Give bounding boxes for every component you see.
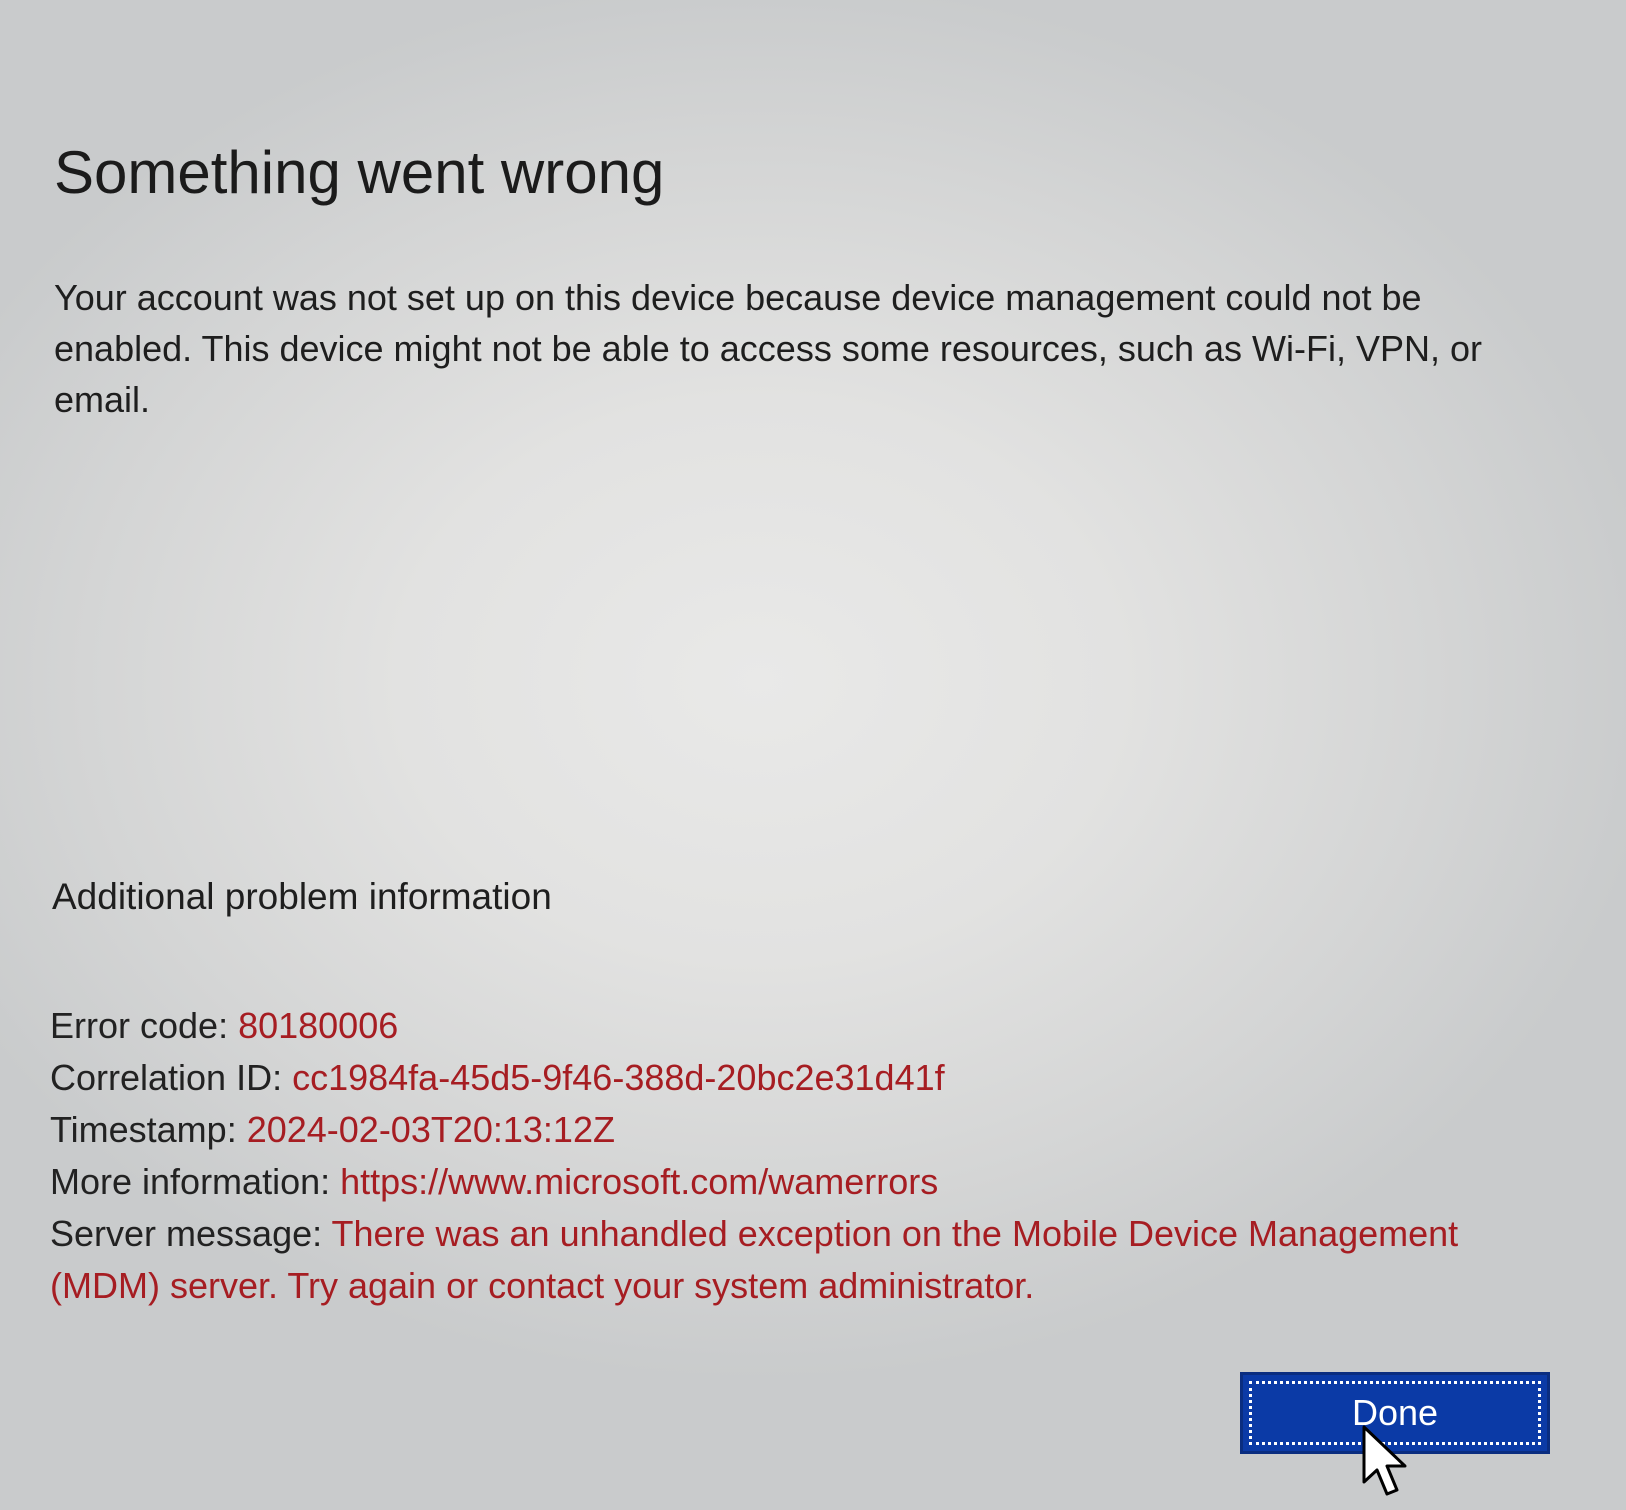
timestamp-label: Timestamp: xyxy=(50,1109,247,1150)
timestamp-row: Timestamp: 2024-02-03T20:13:12Z xyxy=(50,1104,1570,1156)
server-message-label: Server message: xyxy=(50,1213,332,1254)
error-code-value: 80180006 xyxy=(238,1005,399,1046)
more-info-row: More information: https://www.microsoft.… xyxy=(50,1156,1570,1208)
timestamp-value: 2024-02-03T20:13:12Z xyxy=(246,1109,615,1150)
error-message: Your account was not set up on this devi… xyxy=(54,277,1482,420)
dialog-title: Something went wrong xyxy=(54,139,665,206)
correlation-id-row: Correlation ID: cc1984fa-45d5-9f46-388d-… xyxy=(50,1052,1570,1104)
additional-info-heading: Additional problem information xyxy=(52,876,552,917)
server-message-row: Server message: There was an unhandled e… xyxy=(50,1208,1570,1312)
correlation-id-label: Correlation ID: xyxy=(50,1057,293,1098)
problem-details: Error code: 80180006 Correlation ID: cc1… xyxy=(50,1000,1570,1312)
correlation-id-value: cc1984fa-45d5-9f46-388d-20bc2e31d41f xyxy=(292,1057,945,1098)
done-button[interactable]: Done xyxy=(1240,1372,1550,1454)
more-info-label: More information: xyxy=(50,1161,341,1202)
error-code-row: Error code: 80180006 xyxy=(50,1000,1570,1052)
done-button-label: Done xyxy=(1351,1392,1439,1433)
more-info-link[interactable]: https://www.microsoft.com/wamerrors xyxy=(340,1161,938,1202)
error-code-label: Error code: xyxy=(50,1005,239,1046)
error-dialog: Something went wrong Your account was no… xyxy=(0,0,1626,1510)
